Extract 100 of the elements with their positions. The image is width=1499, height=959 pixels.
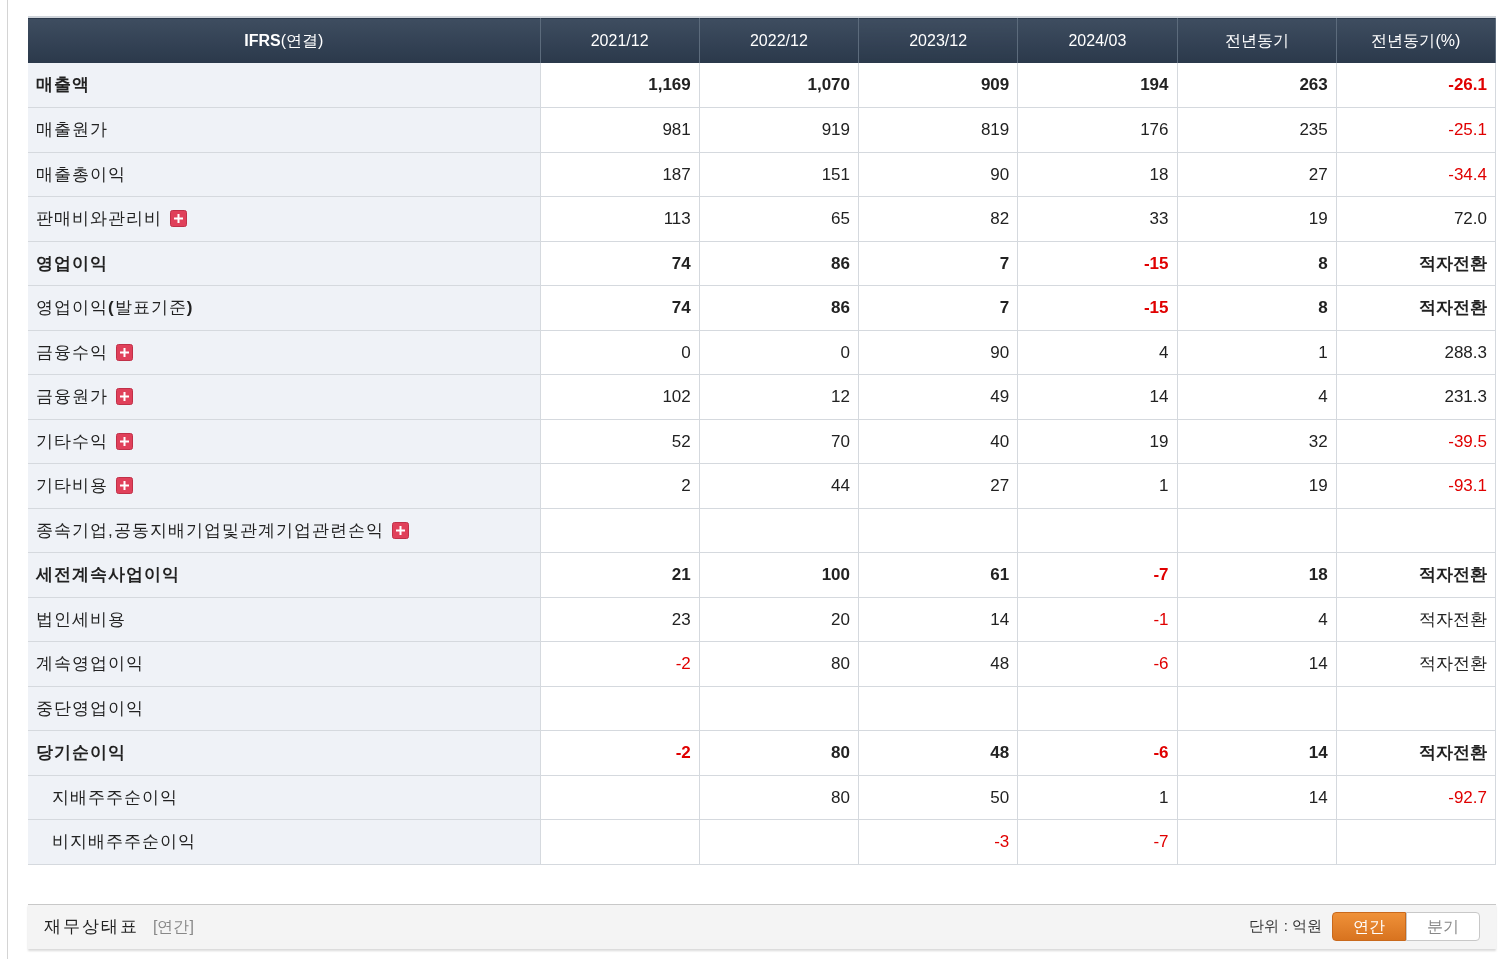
row-label: 기타비용 — [36, 475, 108, 497]
row-label: 금융원가 — [36, 386, 108, 408]
value-cell: 1 — [1159, 476, 1169, 495]
value-cell: -39.5 — [1448, 431, 1487, 451]
value-cell: -6 — [1153, 743, 1169, 762]
value-cell: -7 — [1153, 565, 1169, 584]
value-cell: 8 — [1318, 253, 1328, 273]
value-cell: 19 — [1308, 209, 1328, 228]
value-cell: 176 — [1140, 120, 1169, 139]
row-label: 법인세비용 — [36, 608, 126, 631]
value-cell: 18 — [1308, 565, 1328, 584]
expand-plus-icon[interactable] — [391, 521, 409, 539]
expand-plus-icon[interactable] — [116, 477, 133, 495]
value-cell: 14 — [1308, 654, 1328, 673]
value-cell: 32 — [1308, 431, 1328, 451]
value-cell: 74 — [671, 298, 691, 317]
value-cell: 102 — [662, 387, 691, 406]
value-cell: 21 — [671, 565, 691, 584]
value-cell: -15 — [1143, 298, 1169, 317]
row-label: 기타수익 — [36, 430, 108, 453]
value-cell: 18 — [1149, 164, 1169, 184]
row-label: 매출원가 — [36, 119, 108, 141]
value-cell: 74 — [671, 253, 691, 273]
row-label: 계속영업이익 — [36, 653, 144, 675]
value-cell: -15 — [1143, 253, 1169, 273]
value-cell: 19 — [1308, 476, 1328, 495]
row-label: 영업이익(발표기준) — [36, 297, 194, 319]
value-cell: 적자전환 — [1419, 609, 1487, 629]
value-cell: 27 — [1308, 164, 1328, 184]
value-cell: -92.7 — [1448, 787, 1487, 807]
value-cell: 49 — [990, 387, 1010, 406]
value-cell: 20 — [831, 609, 850, 629]
row-label: 중단영업이익 — [36, 697, 144, 720]
value-cell: 194 — [1140, 75, 1169, 95]
value-cell: 61 — [990, 565, 1010, 584]
value-cell: 23 — [671, 609, 691, 629]
value-cell: 적자전환 — [1419, 253, 1487, 273]
value-cell: 52 — [671, 431, 691, 451]
value-cell: 14 — [1149, 387, 1169, 406]
value-cell: 113 — [663, 209, 691, 228]
period-toggle[interactable]: 분기 — [1406, 912, 1480, 941]
row-label: 매출총이익 — [36, 163, 126, 186]
value-cell: 적자전환 — [1419, 565, 1487, 584]
value-cell: 235 — [1299, 120, 1328, 139]
value-cell: -2 — [675, 654, 691, 673]
value-cell: 40 — [990, 431, 1010, 451]
section-title: 재무상태표 — [44, 915, 139, 938]
period-toggle[interactable]: 연간 — [1332, 912, 1406, 941]
value-cell: 적자전환 — [1419, 743, 1487, 762]
row-label: 당기순이익 — [36, 742, 126, 764]
value-cell: 90 — [990, 342, 1010, 362]
value-cell: -2 — [675, 743, 691, 762]
value-cell: 981 — [662, 120, 691, 139]
value-cell: 4 — [1159, 342, 1169, 362]
value-cell: 50 — [990, 787, 1010, 807]
row-label: 종속기업,공동지배기업및관계기업관련손익 — [36, 519, 384, 542]
row-label: 세전계속사업이익 — [36, 564, 180, 586]
value-cell: 187 — [662, 164, 691, 184]
value-cell: 48 — [990, 743, 1010, 762]
value-cell: 적자전환 — [1419, 298, 1487, 317]
value-cell: 33 — [1149, 209, 1169, 228]
expand-plus-icon[interactable] — [170, 210, 187, 228]
value-cell: 44 — [831, 476, 850, 495]
value-cell: 1,169 — [648, 75, 691, 95]
expand-plus-icon[interactable] — [116, 388, 133, 406]
value-cell: 4 — [1318, 387, 1328, 406]
value-cell: -34.4 — [1448, 164, 1487, 184]
expand-plus-icon[interactable] — [116, 432, 133, 450]
value-cell: 80 — [831, 787, 850, 807]
value-cell: 12 — [831, 387, 850, 406]
value-cell: 70 — [831, 431, 850, 451]
value-cell: -7 — [1153, 832, 1169, 851]
value-cell: -6 — [1153, 654, 1169, 673]
value-cell: 27 — [990, 476, 1010, 495]
unit-label: 단위 : 억원 — [1249, 916, 1322, 937]
row-label: 매출액 — [36, 74, 90, 97]
value-cell: 0 — [681, 342, 691, 362]
value-cell: 14 — [1308, 787, 1328, 807]
value-cell: 적자전환 — [1419, 654, 1487, 673]
value-cell: -3 — [994, 832, 1010, 851]
value-cell: 231.3 — [1444, 387, 1487, 406]
value-cell: 1 — [1318, 342, 1328, 362]
value-cell: 19 — [1149, 431, 1169, 451]
value-cell: 80 — [831, 743, 850, 762]
value-cell: -1 — [1153, 609, 1169, 629]
value-cell: 0 — [840, 342, 850, 362]
value-cell: 72.0 — [1453, 209, 1487, 228]
value-cell: 14 — [1308, 743, 1328, 762]
value-cell: 151 — [821, 164, 850, 184]
row-label: 비지배주주순이익 — [52, 831, 196, 853]
value-cell: 1 — [1159, 787, 1169, 807]
value-cell: 86 — [831, 253, 850, 273]
period-label: [연간] — [153, 916, 194, 937]
row-label: 지배주주순이익 — [52, 786, 178, 809]
value-cell: 80 — [831, 654, 850, 673]
value-cell: 100 — [821, 565, 850, 584]
row-label: 판매비와관리비 — [36, 208, 162, 230]
expand-plus-icon[interactable] — [116, 343, 133, 361]
value-cell: 819 — [980, 120, 1010, 139]
value-cell: -26.1 — [1448, 75, 1487, 95]
